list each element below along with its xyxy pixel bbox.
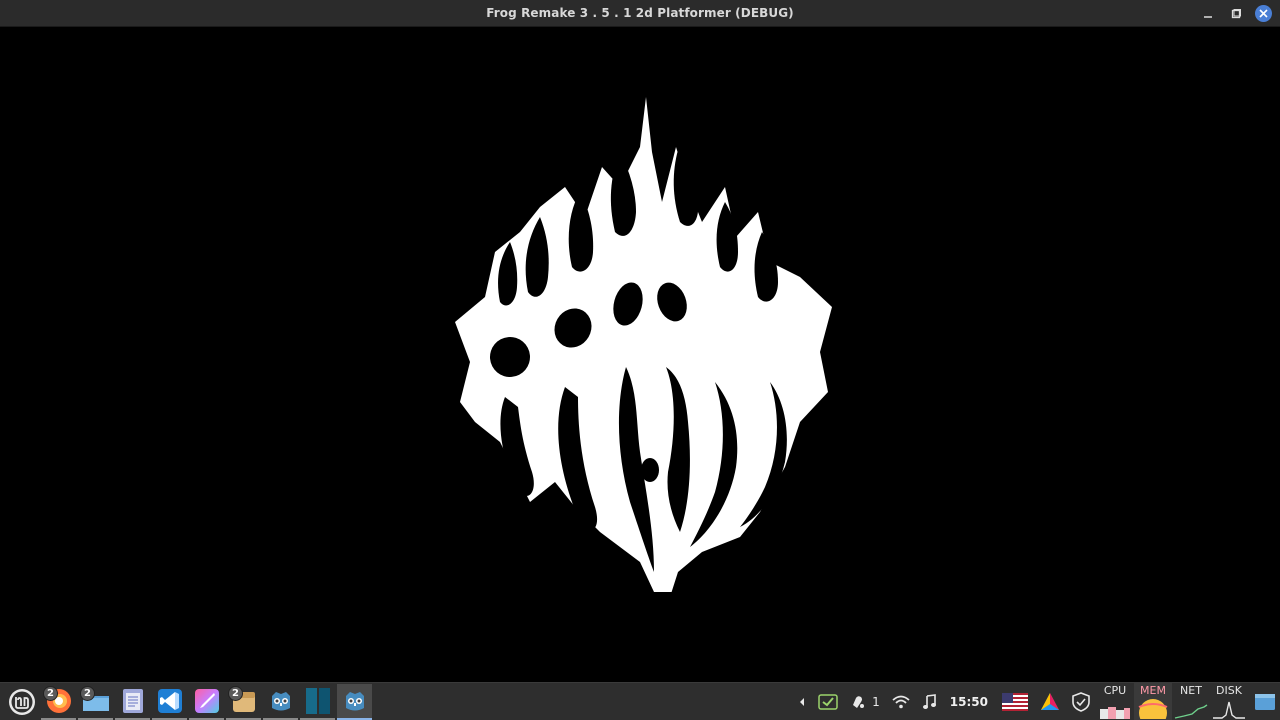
sound-button[interactable] <box>916 683 942 720</box>
files-button[interactable]: 2 <box>78 684 113 720</box>
godot-editor-button[interactable] <box>263 684 298 720</box>
chevron-left-icon <box>800 697 805 706</box>
text-editor-button[interactable] <box>115 684 150 720</box>
mem-label: MEM <box>1140 683 1166 697</box>
paintbrush-icon <box>194 688 219 713</box>
window-controls <box>1199 0 1272 27</box>
mint-logo-icon <box>8 688 35 715</box>
update-manager-button[interactable] <box>812 683 844 720</box>
net-graph <box>1174 703 1208 719</box>
taskbar-launchers: 2 2 2 <box>0 683 372 720</box>
minimize-icon[interactable] <box>1199 5 1217 23</box>
network-button[interactable] <box>886 683 916 720</box>
shield-icon <box>1072 691 1090 712</box>
window-icon <box>305 687 330 714</box>
archive-button[interactable]: 2 <box>226 684 261 720</box>
archive-badge: 2 <box>228 685 243 701</box>
keyboard-layout-button[interactable] <box>996 683 1034 720</box>
notifications-count: 1 <box>872 694 880 709</box>
mem-monitor[interactable]: MEM <box>1134 682 1172 720</box>
desktop-icon <box>1255 693 1275 710</box>
cpu-label: CPU <box>1103 683 1127 697</box>
window-titlebar[interactable]: Frog Remake 3 . 5 . 1 2d Platformer (DEB… <box>0 0 1280 27</box>
game-logo <box>455 97 832 592</box>
color-picker-button[interactable] <box>1034 683 1066 720</box>
firefox-button[interactable]: 2 <box>41 684 76 720</box>
mem-graph <box>1138 698 1168 719</box>
godot-icon <box>345 691 364 710</box>
clock[interactable]: 15:50 <box>942 683 996 720</box>
us-flag-icon <box>1002 692 1028 711</box>
net-label: NET <box>1180 683 1202 697</box>
files-badge: 2 <box>80 685 95 701</box>
vscode-icon <box>157 688 182 713</box>
vpn-button[interactable] <box>1066 683 1096 720</box>
color-triangle-icon <box>1041 692 1059 710</box>
tray-expand-button[interactable] <box>792 683 812 720</box>
shield-check-icon <box>818 693 838 710</box>
taskbar: 2 2 2 1 15:50 CPU MEM NET DISK <box>0 682 1280 720</box>
document-icon <box>122 688 143 713</box>
terminal-button[interactable] <box>300 684 335 720</box>
godot-icon <box>271 691 290 710</box>
show-desktop-button[interactable] <box>1248 683 1280 720</box>
cpu-monitor[interactable]: CPU <box>1096 683 1134 720</box>
godot-game-button[interactable] <box>337 683 372 720</box>
window-title: Frog Remake 3 . 5 . 1 2d Platformer (DEB… <box>486 6 794 20</box>
system-tray: 1 15:50 CPU MEM NET DISK <box>792 682 1280 720</box>
disk-graph <box>1213 701 1245 719</box>
cpu-graph <box>1100 706 1130 719</box>
notification-icon <box>853 695 865 708</box>
net-monitor[interactable]: NET <box>1172 683 1210 720</box>
notifications-button[interactable]: 1 <box>844 683 886 720</box>
game-viewport[interactable] <box>0 27 1280 682</box>
mint-menu-button[interactable] <box>4 684 39 720</box>
krita-button[interactable] <box>189 684 224 720</box>
disk-monitor[interactable]: DISK <box>1210 683 1248 720</box>
maximize-icon[interactable] <box>1227 5 1245 23</box>
firefox-badge: 2 <box>43 685 58 701</box>
vscode-button[interactable] <box>152 684 187 720</box>
wifi-icon <box>892 695 910 708</box>
close-icon[interactable] <box>1255 5 1272 22</box>
music-note-icon <box>922 693 936 709</box>
disk-label: DISK <box>1216 683 1242 697</box>
